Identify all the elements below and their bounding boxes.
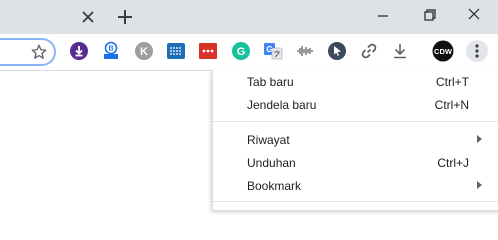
svg-text:G: G xyxy=(266,45,272,54)
menu-item-label: Unduhan xyxy=(247,156,296,170)
extension-b-icon: B xyxy=(104,41,118,59)
bookmark-star-button[interactable] xyxy=(30,43,48,61)
new-tab-button[interactable] xyxy=(114,6,136,28)
extension-b[interactable]: B xyxy=(101,41,121,61)
audio-extension-icon xyxy=(297,46,313,56)
menu-item-label: Bookmark xyxy=(247,179,302,193)
menu-item-downloads[interactable]: Unduhan Ctrl+J xyxy=(213,151,498,175)
menu-item-new-tab[interactable]: Tab baru Ctrl+T xyxy=(213,70,498,94)
minimize-icon xyxy=(378,15,388,17)
audio-extension[interactable] xyxy=(295,41,315,61)
link-icon xyxy=(361,43,377,59)
k-icon: K xyxy=(135,42,153,60)
svg-text:K: K xyxy=(140,46,148,58)
menu-item-history[interactable]: Riwayat xyxy=(213,128,498,152)
cursor-extension-icon xyxy=(328,42,346,60)
svg-text:G: G xyxy=(237,46,246,58)
menu-item-shortcut: Ctrl+T xyxy=(436,75,469,89)
menu-item-shortcut: Ctrl+J xyxy=(437,156,469,170)
grammarly-icon: G xyxy=(232,42,250,60)
menu-divider xyxy=(213,201,498,202)
submenu-arrow-icon xyxy=(477,181,482,189)
link-extension[interactable] xyxy=(359,41,379,61)
grammarly-extension[interactable]: G xyxy=(231,41,251,61)
grid-extension[interactable] xyxy=(166,41,186,61)
menu-item-label: Riwayat xyxy=(247,133,290,147)
menu-item-bookmarks[interactable]: Bookmark xyxy=(213,174,498,198)
menu-item-label: Tab baru xyxy=(247,75,294,89)
red-extension[interactable] xyxy=(198,41,218,61)
cursor-extension[interactable] xyxy=(327,41,347,61)
profile-avatar-label: CDW xyxy=(434,47,453,56)
menu-item-label: Jendela baru xyxy=(247,98,317,112)
menu-item-new-window[interactable]: Jendela baru Ctrl+N xyxy=(213,93,498,117)
restore-button[interactable] xyxy=(416,4,442,26)
menu-divider xyxy=(213,121,498,122)
download-manager-icon xyxy=(70,42,88,60)
tab-close-icon[interactable] xyxy=(79,8,97,26)
downloads-button[interactable] xyxy=(390,41,410,61)
star-icon xyxy=(31,44,47,59)
restore-icon xyxy=(424,9,436,21)
svg-text:B: B xyxy=(108,46,113,53)
submenu-arrow-icon xyxy=(477,135,482,143)
grid-extension-icon xyxy=(167,43,185,59)
k-extension[interactable]: K xyxy=(134,41,154,61)
translate-extension[interactable]: G xyxy=(263,41,283,61)
menu-item-shortcut: Ctrl+N xyxy=(434,98,469,112)
more-vert-icon xyxy=(466,40,488,62)
download-icon xyxy=(394,44,406,59)
plus-icon xyxy=(118,10,132,24)
menu-button[interactable] xyxy=(466,40,488,62)
app-menu: Tab baru Ctrl+T Jendela baru Ctrl+N Riwa… xyxy=(212,70,498,210)
close-icon xyxy=(468,8,480,20)
translate-icon: G xyxy=(264,43,283,60)
download-manager-extension[interactable] xyxy=(69,41,89,61)
window-close-button[interactable] xyxy=(461,4,487,26)
minimize-button[interactable] xyxy=(370,4,396,26)
red-extension-icon xyxy=(199,43,217,59)
profile-avatar[interactable]: CDW xyxy=(432,40,454,62)
